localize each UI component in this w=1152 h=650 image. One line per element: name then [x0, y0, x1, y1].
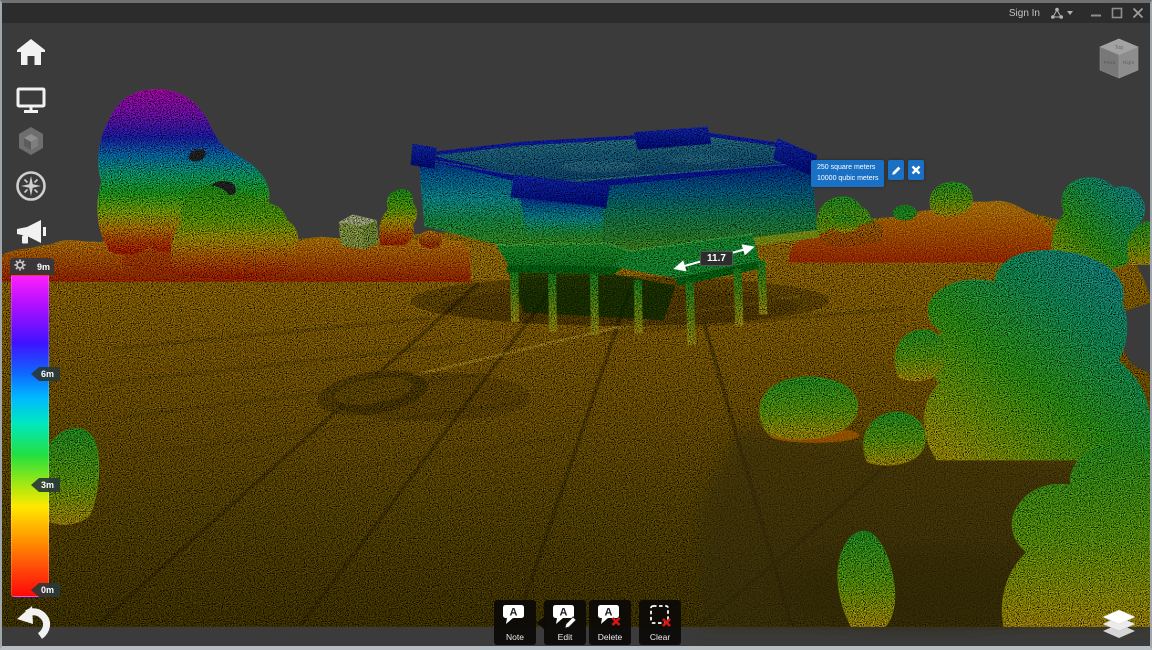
delete-button-label: Delete: [598, 632, 623, 642]
annotation-toolbar: A Note A Edit A: [494, 600, 684, 645]
annotation-panel: 250 square meters 10000 qubic meters: [811, 160, 924, 187]
clear-selection-icon: [647, 604, 673, 628]
legend-tick-9m: 9m: [37, 262, 50, 272]
annotation-volume: 10000 qubic meters: [817, 174, 878, 185]
svg-text:Front: Front: [1104, 60, 1116, 66]
note-button-label: Note: [506, 632, 524, 642]
sidebar-item-home[interactable]: [12, 33, 50, 71]
annotation-edit-button[interactable]: [888, 160, 904, 180]
chevron-down-icon: [1067, 11, 1073, 15]
edit-note-button[interactable]: A Edit: [544, 600, 586, 645]
clear-button-label: Clear: [650, 632, 670, 642]
close-x-icon: [911, 165, 921, 175]
app-window: Sign In: [0, 0, 1152, 650]
sign-in-button[interactable]: Sign In: [1009, 8, 1040, 19]
sidebar-item-display[interactable]: [12, 81, 50, 119]
minimize-icon: [1090, 7, 1102, 19]
clear-selection-button[interactable]: Clear: [639, 600, 681, 645]
view-cube[interactable]: Top Front Right: [1090, 31, 1148, 89]
annotation-text: 250 square meters 10000 qubic meters: [811, 160, 884, 187]
point-cloud-scene[interactable]: [2, 23, 1150, 646]
svg-text:Right: Right: [1123, 60, 1135, 66]
note-bubble-icon: A: [502, 604, 528, 628]
edit-note-icon: A: [552, 604, 578, 628]
measurement-value-badge[interactable]: 11.7: [700, 251, 733, 266]
monitor-icon: [15, 85, 47, 115]
elevation-gradient-bar: [11, 275, 49, 597]
undo-button[interactable]: [10, 601, 52, 643]
sidebar-item-model[interactable]: [12, 122, 50, 160]
minimize-button[interactable]: [1089, 7, 1102, 20]
viewport: 9m 6m 3m 0m 250 square meters 10000 qubi…: [2, 23, 1150, 646]
share-menu-button[interactable]: [1050, 7, 1073, 20]
maximize-button[interactable]: [1110, 7, 1123, 20]
cube-icon: [15, 125, 47, 157]
delete-note-button[interactable]: A Delete: [589, 600, 631, 645]
view-cube-icon: Top Front Right: [1090, 31, 1148, 89]
layers-button[interactable]: [1096, 599, 1142, 643]
pencil-icon: [891, 165, 902, 176]
layers-icon: [1096, 599, 1142, 643]
building: [411, 127, 830, 346]
sidebar-item-compass[interactable]: [12, 167, 50, 205]
gear-icon: [14, 259, 26, 271]
home-icon: [15, 37, 47, 67]
delete-note-icon: A: [597, 604, 623, 628]
annotation-area: 250 square meters: [817, 163, 878, 174]
compass-icon: [14, 169, 48, 203]
close-icon: [1132, 7, 1144, 19]
edit-button-label: Edit: [558, 632, 573, 642]
network-icon: [1050, 7, 1064, 20]
svg-text:A: A: [510, 607, 518, 619]
svg-text:A: A: [605, 607, 613, 619]
legend-header: 9m: [10, 258, 54, 275]
note-button[interactable]: A Note: [494, 600, 536, 645]
svg-text:A: A: [560, 607, 568, 619]
megaphone-icon: [13, 216, 49, 248]
legend-settings-button[interactable]: [14, 258, 26, 276]
close-button[interactable]: [1131, 7, 1144, 20]
elevation-legend: 9m 6m 3m 0m: [10, 258, 54, 597]
sidebar-item-announce[interactable]: [12, 213, 50, 251]
undo-icon: [10, 601, 52, 643]
svg-text:Top: Top: [1115, 45, 1124, 51]
titlebar: Sign In: [2, 3, 1150, 23]
maximize-icon: [1111, 7, 1123, 19]
annotation-close-button[interactable]: [908, 160, 924, 180]
